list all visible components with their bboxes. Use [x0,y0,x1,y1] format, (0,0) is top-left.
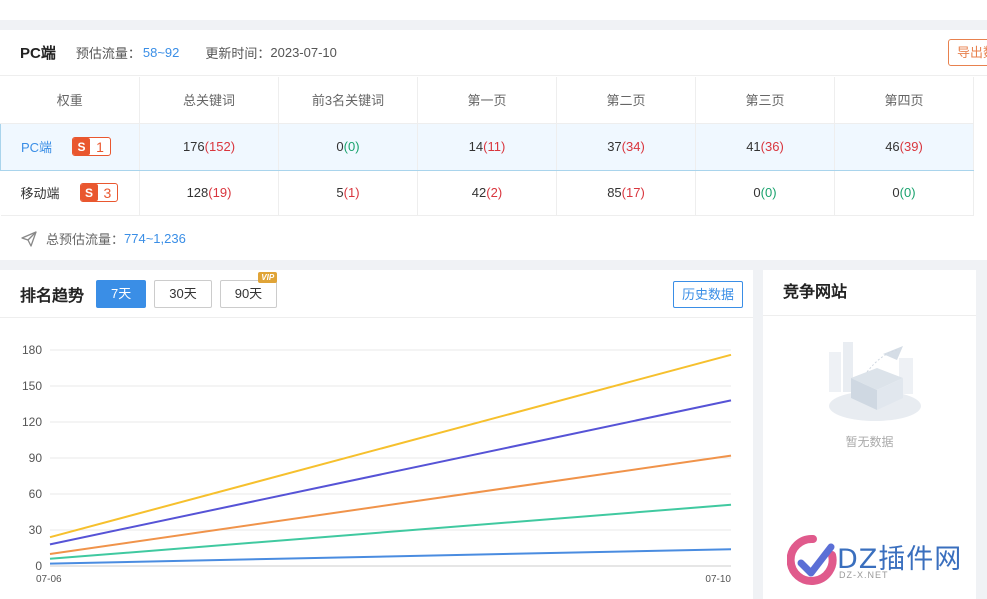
trend-chart: 0 30 60 90 120 150 180 07-06 07-10 [22,343,732,585]
table-cell[interactable]: 128(19) [139,170,279,216]
column-header: 第二页 [556,77,696,124]
table-header-row: 权重 总关键词 前3名关键词 第一页 第二页 第三页 第四页 [0,77,974,124]
range-30d-button[interactable]: 30天 [154,279,212,308]
x-tick-label: 07-06 [36,574,62,585]
total-traffic: 总预估流量： 774~1,236 [20,229,186,248]
table-cell[interactable]: 0(0) [695,170,835,216]
table-cell[interactable]: 0(0) [278,122,418,171]
table-cell[interactable]: 14(11) [417,122,557,171]
series-line [49,353,732,539]
trend-card: 排名趋势 7天 30天 90天 VIP 历史数据 0 30 60 90 120 150 18… [0,270,753,599]
compete-title: 竞争网站 [763,270,976,316]
table-cell[interactable]: 85(17) [556,170,696,216]
range-7d-button[interactable]: 7天 [96,279,147,308]
column-header: 前3名关键词 [278,77,418,124]
table-row-mobile[interactable]: 移动端 S 3 128(19) 5(1) 42(2) 85(17) 0(0) 0… [0,170,974,216]
total-label: 总预估流量： [46,232,125,247]
range-90d-button[interactable]: 90天 VIP [219,271,278,308]
y-tick-label: 30 [29,523,43,537]
column-header: 总关键词 [139,77,279,124]
empty-text: 暂无数据 [845,435,894,449]
table-row-pc[interactable]: PC端 S 1 176(152) 0(0) 14(11) 37(34) 41(3… [0,122,974,171]
y-tick-label: 60 [29,487,43,501]
traffic-value: 58~92 [142,45,180,60]
stats-title: PC端 [20,45,56,62]
series-line [49,454,732,555]
table-cell[interactable]: 41(36) [695,122,835,171]
watermark: DZ插件网 DZ-X.NET [787,533,977,587]
device-label: 移动端 [20,186,60,201]
empty-box-icon [829,342,921,421]
send-icon [21,230,37,247]
vip-badge: VIP [258,271,278,283]
sogou-weight-badge: S 1 [72,137,111,156]
y-tick-label: 0 [35,559,42,573]
x-tick-label: 07-10 [705,574,731,585]
update-label: 更新时间： [205,46,271,61]
total-value: 774~1,236 [124,231,186,246]
history-data-button[interactable]: 历史数据 [672,281,743,308]
device-cell: 移动端 S 3 [0,170,140,216]
top-strip [0,0,987,20]
range-90d-label: 90天 [234,285,263,301]
table-cell[interactable]: 46(39) [834,122,974,171]
column-header: 权重 [0,77,140,124]
stats-card: PC端 预估流量： 58~92 更新时间： 2023-07-10 导出数 权重 … [0,30,987,260]
sogou-icon: S [80,184,98,201]
weight-value: 3 [103,184,112,201]
table-cell[interactable]: 5(1) [278,170,418,216]
export-button[interactable]: 导出数 [948,39,987,66]
table-cell[interactable]: 176(152) [139,122,279,171]
device-cell: PC端 S 1 [0,122,140,171]
sogou-icon: S [73,138,91,155]
table-cell[interactable]: 37(34) [556,122,696,171]
column-header: 第四页 [834,77,974,124]
y-tick-label: 150 [22,379,42,393]
table-cell[interactable]: 42(2) [417,170,557,216]
table-cell[interactable]: 0(0) [834,170,974,216]
stats-table: 权重 总关键词 前3名关键词 第一页 第二页 第三页 第四页 PC端 S 1 1… [0,77,974,216]
trend-title: 排名趋势 [20,287,85,305]
sogou-weight-badge: S 3 [79,183,119,202]
traffic-label: 预估流量： [75,46,141,61]
column-header: 第一页 [417,77,557,124]
stats-header: PC端 预估流量： 58~92 更新时间： 2023-07-10 [0,30,987,76]
y-tick-label: 90 [29,451,43,465]
y-tick-label: 120 [22,415,42,429]
trend-header: 排名趋势 7天 30天 90天 VIP 历史数据 [0,270,753,318]
device-label: PC端 [21,140,53,155]
watermark-subtext: DZ-X.NET [839,570,889,580]
update-value: 2023-07-10 [270,45,337,60]
dz-logo-icon [787,534,837,585]
weight-value: 1 [96,138,104,155]
column-header: 第三页 [695,77,835,124]
y-tick-label: 180 [22,343,42,357]
